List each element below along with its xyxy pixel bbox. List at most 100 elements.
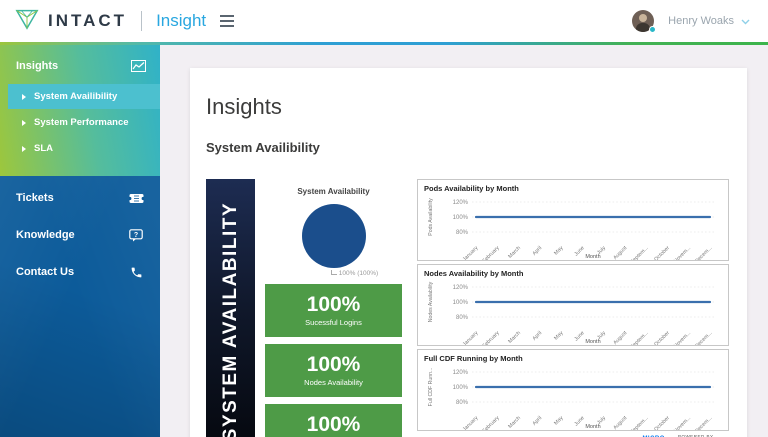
- svg-text:May: May: [553, 245, 565, 257]
- section-title: System Availibility: [206, 140, 729, 155]
- svg-text:June: June: [573, 245, 585, 257]
- sidebar-item-contact-us[interactable]: Contact Us: [0, 254, 160, 290]
- online-status-dot: [649, 26, 656, 33]
- stat-box-successful-logins[interactable]: 100% Sucessful Logins: [265, 284, 402, 337]
- svg-text:January: January: [462, 330, 480, 345]
- svg-text:100%: 100%: [453, 385, 469, 391]
- product-name: Insight: [156, 11, 206, 31]
- pods-availability-line-chart: 120% 100% 80% Pods Availability JanuaryFebru…: [424, 194, 724, 260]
- sidebar-item-insights[interactable]: Insights: [0, 53, 160, 83]
- svg-text:February: February: [481, 415, 500, 430]
- svg-text:100%: 100%: [453, 215, 469, 221]
- pie-label-row: 100% (100%): [265, 270, 402, 277]
- sidebar-item-system-performance[interactable]: System Performance: [0, 110, 160, 135]
- banner-text: SYSTEM AVAILABILITY: [220, 202, 242, 437]
- user-menu[interactable]: Henry Woaks: [632, 10, 750, 32]
- stat-value: 100%: [307, 294, 361, 316]
- svg-text:March: March: [507, 330, 522, 345]
- svg-text:January: January: [462, 245, 480, 260]
- chevron-right-icon: [22, 146, 26, 152]
- svg-text:100%: 100%: [453, 300, 469, 306]
- availability-pie-chart[interactable]: [302, 204, 366, 268]
- svg-text:Nodes Availability: Nodes Availability: [428, 281, 434, 322]
- brand-name: INTACT: [48, 11, 127, 31]
- app-logo[interactable]: INTACT Insight: [14, 6, 206, 37]
- svg-text:October: October: [653, 415, 671, 430]
- svg-text:May: May: [553, 415, 565, 427]
- charts-column: Pods Availability by Month 120% 100% 80% Po…: [417, 179, 729, 437]
- sidebar-subitem-label: SLA: [34, 143, 53, 154]
- svg-text:Month: Month: [585, 254, 600, 260]
- sidebar-subitem-label: System Performance: [34, 117, 129, 128]
- stat-label: Nodes Availability: [304, 378, 363, 387]
- knowledge-icon: ?: [128, 228, 144, 242]
- nodes-availability-line-chart: 120%100%80%Nodes AvailabilityJanuaryFebr…: [424, 279, 724, 345]
- svg-text:April: April: [531, 415, 543, 427]
- stat-value: 100%: [307, 414, 361, 436]
- brand-divider: [141, 11, 142, 31]
- svg-text:80%: 80%: [456, 400, 469, 406]
- svg-text:August: August: [612, 330, 628, 345]
- chart-title: Full CDF Running by Month: [424, 354, 724, 363]
- sidebar-item-sla[interactable]: SLA: [0, 136, 160, 161]
- svg-text:Novem...: Novem...: [673, 415, 692, 430]
- svg-text:120%: 120%: [453, 370, 469, 376]
- chart-full-cdf-running[interactable]: Full CDF Running by Month 120% 100% 80% Ful…: [417, 349, 729, 431]
- sidebar-item-system-availibility[interactable]: System Availibility: [8, 84, 160, 109]
- chart-pods-availability[interactable]: Pods Availability by Month 120% 100% 80% Po…: [417, 179, 729, 261]
- svg-text:May: May: [553, 330, 565, 342]
- app-header: INTACT Insight Henry Woaks: [0, 0, 768, 42]
- sidebar-item-tickets[interactable]: Tickets: [0, 180, 160, 216]
- svg-text:Novem...: Novem...: [673, 330, 692, 345]
- svg-text:February: February: [481, 330, 500, 345]
- svg-text:120%: 120%: [453, 285, 469, 291]
- pie-chart-title: System Availability: [265, 187, 402, 196]
- insights-card: Insights System Availibility SYSTEM AVAI…: [190, 68, 747, 437]
- svg-text:Decem...: Decem...: [694, 415, 713, 430]
- user-name: Henry Woaks: [668, 15, 734, 27]
- system-availability-dashboard: SYSTEM AVAILABILITY System Availability …: [206, 179, 729, 437]
- svg-text:Month: Month: [585, 424, 600, 430]
- phone-icon: [128, 265, 144, 279]
- sidebar-insights-section: Insights System Availibility System Perf…: [0, 45, 160, 176]
- svg-text:April: April: [531, 245, 543, 257]
- dashboard-banner: SYSTEM AVAILABILITY: [206, 179, 255, 437]
- pie-label: 100% (100%): [339, 270, 378, 277]
- stat-box-nodes-availability[interactable]: 100% Nodes Availability: [265, 344, 402, 397]
- chevron-right-icon: [22, 120, 26, 126]
- chart-title: Pods Availability by Month: [424, 184, 724, 193]
- svg-text:August: August: [612, 415, 628, 430]
- ticket-icon: [128, 191, 144, 205]
- svg-text:?: ?: [134, 231, 138, 238]
- svg-text:March: March: [507, 415, 522, 430]
- svg-text:Full CDF Runn...: Full CDF Runn...: [428, 368, 434, 407]
- sidebar-item-knowledge[interactable]: Knowledge ?: [0, 217, 160, 253]
- stat-value: 100%: [307, 354, 361, 376]
- stat-label: Sucessful Logins: [305, 318, 362, 327]
- line-chart-icon: [130, 59, 146, 73]
- sidebar-item-label: Knowledge: [16, 229, 75, 241]
- sidebar-item-label: Contact Us: [16, 266, 74, 278]
- chart-nodes-availability[interactable]: Nodes Availability by Month 120%100%80%N…: [417, 264, 729, 346]
- svg-text:January: January: [462, 415, 480, 430]
- svg-text:August: August: [612, 245, 628, 260]
- sidebar: Insights System Availibility System Perf…: [0, 45, 160, 437]
- svg-text:Pods Availability: Pods Availability: [428, 198, 434, 236]
- svg-text:80%: 80%: [456, 230, 469, 236]
- chart-title: Nodes Availability by Month: [424, 269, 724, 278]
- svg-text:April: April: [531, 330, 543, 342]
- stat-box-nodes-availability-2[interactable]: 100% Nodes Availability: [265, 404, 402, 437]
- page-title: Insights: [206, 94, 729, 120]
- intact-triangle-logo-icon: [14, 6, 40, 37]
- svg-text:Decem...: Decem...: [694, 330, 713, 345]
- chevron-down-icon: [741, 12, 750, 30]
- full-cdf-running-line-chart: 120% 100% 80% Full CDF Runn... JanuaryFebrua…: [424, 364, 724, 430]
- svg-text:Septem...: Septem...: [629, 245, 649, 260]
- sidebar-menu-section: Tickets Knowledge ? Contact Us: [0, 176, 160, 437]
- svg-text:120%: 120%: [453, 200, 469, 206]
- svg-text:Septem...: Septem...: [629, 330, 649, 345]
- chevron-right-icon: [22, 94, 26, 100]
- svg-text:Month: Month: [585, 339, 600, 345]
- svg-text:February: February: [481, 245, 500, 260]
- hamburger-menu-icon[interactable]: [220, 15, 234, 27]
